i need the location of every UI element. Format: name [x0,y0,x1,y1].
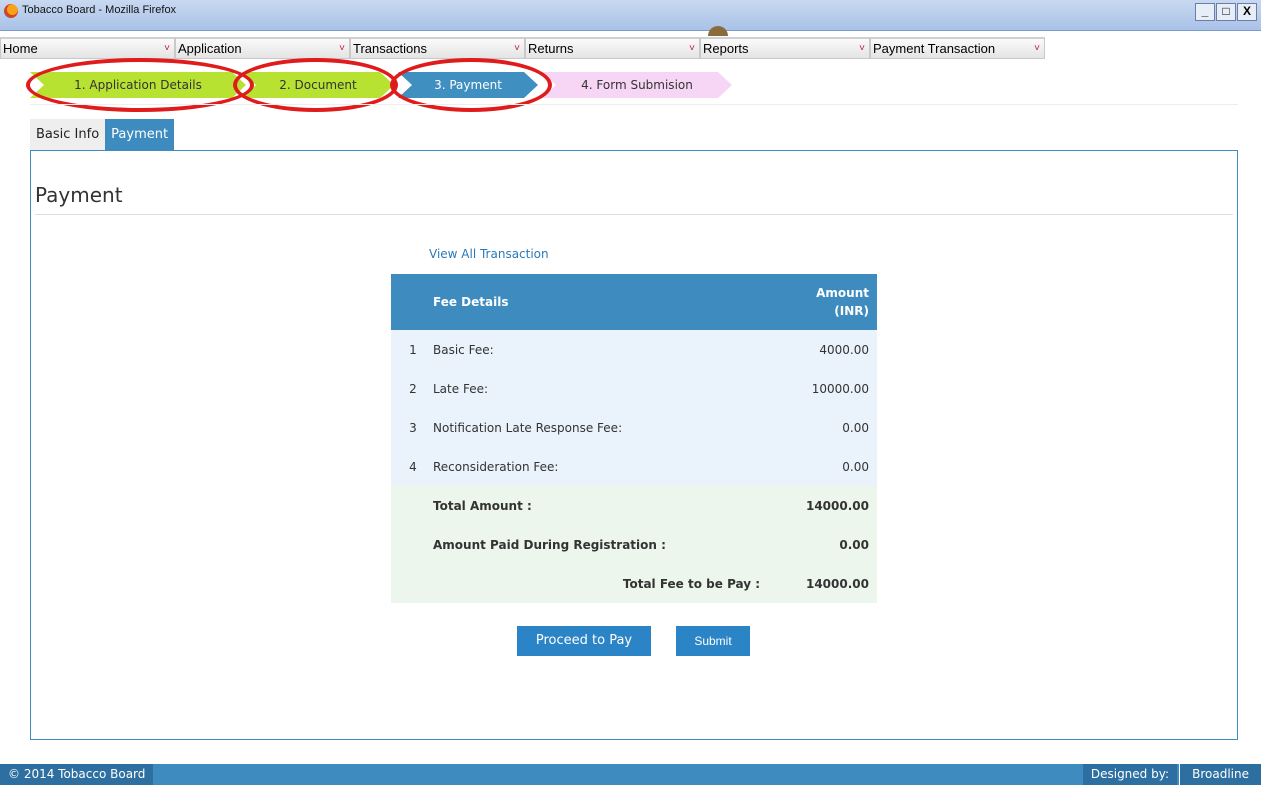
menu-label: Home [3,41,38,56]
fee-amount: 0.00 [768,408,877,447]
close-button[interactable]: X [1237,3,1257,21]
amount-header-line: Amount [816,286,869,300]
total-payable-row: Total Fee to be Pay : 14000.00 [391,564,877,603]
table-row: 1 Basic Fee: 4000.00 [391,330,877,369]
fee-table: Fee Details Amount (INR) 1 Basic Fee: 40… [391,274,877,603]
proceed-to-pay-button[interactable]: Proceed to Pay [517,626,651,656]
total-payable-value: 14000.00 [768,564,877,603]
fee-details-header: Fee Details [425,274,769,330]
empty-cell [391,564,425,603]
table-row: 3 Notification Late Response Fee: 0.00 [391,408,877,447]
menu-reports[interactable]: Reports ˅ [700,37,870,59]
menu-payment-transaction[interactable]: Payment Transaction ˅ [870,37,1045,59]
footer: © 2014 Tobacco Board Designed by: Broadl… [0,764,1261,785]
chevron-down-icon: ˅ [164,43,170,54]
fee-label: Late Fee: [425,369,769,408]
table-row: 4 Reconsideration Fee: 0.00 [391,447,877,486]
window-titlebar: Tobacco Board - Mozilla Firefox _ □ X [0,0,1261,31]
table-header-cell [391,274,425,330]
table-row: 2 Late Fee: 10000.00 [391,369,877,408]
menu-returns[interactable]: Returns ˅ [525,37,700,59]
empty-cell [391,486,425,525]
total-amount-row: Total Amount : 14000.00 [391,486,877,525]
total-amount-label: Total Amount : [425,486,769,525]
copyright-text: © 2014 Tobacco Board [0,764,154,785]
firefox-icon [4,4,18,18]
chevron-down-icon: ˅ [689,43,695,54]
view-all-transaction-link[interactable]: View All Transaction [429,247,549,261]
payment-panel: Payment View All Transaction Fee Details… [30,150,1238,740]
amount-paid-value: 0.00 [768,525,877,564]
menu-label: Payment Transaction [873,41,996,56]
amount-paid-label: Amount Paid During Registration : [425,525,769,564]
designer-brand-link[interactable]: Broadline [1179,764,1261,785]
amount-header-unit: (INR) [834,304,869,318]
row-number: 4 [391,447,425,486]
amount-paid-row: Amount Paid During Registration : 0.00 [391,525,877,564]
fee-amount: 0.00 [768,447,877,486]
menu-label: Application [178,41,242,56]
menu-application[interactable]: Application ˅ [175,37,350,59]
fee-label: Reconsideration Fee: [425,447,769,486]
menu-home[interactable]: Home ˅ [0,37,175,59]
window-controls: _ □ X [1195,3,1257,21]
fee-amount: 4000.00 [768,330,877,369]
row-number: 1 [391,330,425,369]
row-number: 2 [391,369,425,408]
total-amount-value: 14000.00 [768,486,877,525]
divider [35,214,1233,215]
fee-label: Basic Fee: [425,330,769,369]
tab-basic-info[interactable]: Basic Info [30,119,106,150]
window-title: Tobacco Board - Mozilla Firefox [22,4,177,16]
designed-by-label: Designed by: [1082,764,1177,785]
divider [30,104,1238,105]
menu-transactions[interactable]: Transactions ˅ [350,37,525,59]
total-payable-label: Total Fee to be Pay : [425,564,769,603]
menu-label: Transactions [353,41,427,56]
chevron-down-icon: ˅ [514,43,520,54]
row-number: 3 [391,408,425,447]
minimize-button[interactable]: _ [1195,3,1215,21]
empty-cell [391,525,425,564]
chevron-down-icon: ˅ [1034,43,1040,54]
chevron-down-icon: ˅ [339,43,345,54]
tab-bar: Basic Info Payment [30,119,175,150]
menu-label: Reports [703,41,749,56]
fee-label: Notification Late Response Fee: [425,408,769,447]
submit-button[interactable]: Submit [676,626,750,656]
amount-header: Amount (INR) [768,274,877,330]
page-title: Payment [35,183,123,207]
table-header-row: Fee Details Amount (INR) [391,274,877,330]
step-form-submission[interactable]: 4. Form Submision [542,72,732,98]
restore-button[interactable]: □ [1216,3,1236,21]
menu-label: Returns [528,41,574,56]
fee-amount: 10000.00 [768,369,877,408]
tab-payment[interactable]: Payment [105,119,175,150]
chevron-down-icon: ˅ [859,43,865,54]
